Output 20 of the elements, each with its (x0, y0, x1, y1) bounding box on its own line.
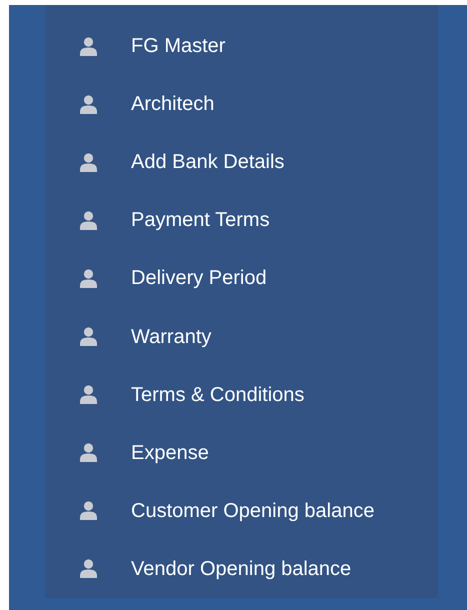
user-icon (80, 327, 97, 346)
user-icon (80, 36, 97, 56)
user-icon (80, 94, 97, 114)
sidebar-item[interactable]: Terms & Conditions (45, 366, 438, 424)
sidebar-item[interactable]: Delivery Period (45, 249, 438, 308)
user-icon (80, 559, 97, 578)
user-icon (80, 210, 97, 230)
sidebar-item[interactable]: Add Bank Details (45, 133, 438, 192)
sidebar-item[interactable]: Warranty (45, 307, 438, 366)
user-icon (80, 385, 97, 404)
user-icon (80, 268, 97, 288)
user-icon (80, 501, 97, 520)
sidebar-item[interactable]: Architech (45, 75, 438, 134)
sidebar-item[interactable]: Customer Opening balance (45, 482, 438, 540)
user-icon (80, 443, 97, 462)
sidebar-item[interactable]: Payment Terms (45, 191, 438, 250)
user-icon (80, 152, 97, 172)
sidebar-item[interactable]: Vendor Opening balance (45, 540, 438, 598)
sidebar-item[interactable]: FG Master (45, 17, 438, 76)
sidebar-item[interactable]: Expense (45, 424, 438, 482)
